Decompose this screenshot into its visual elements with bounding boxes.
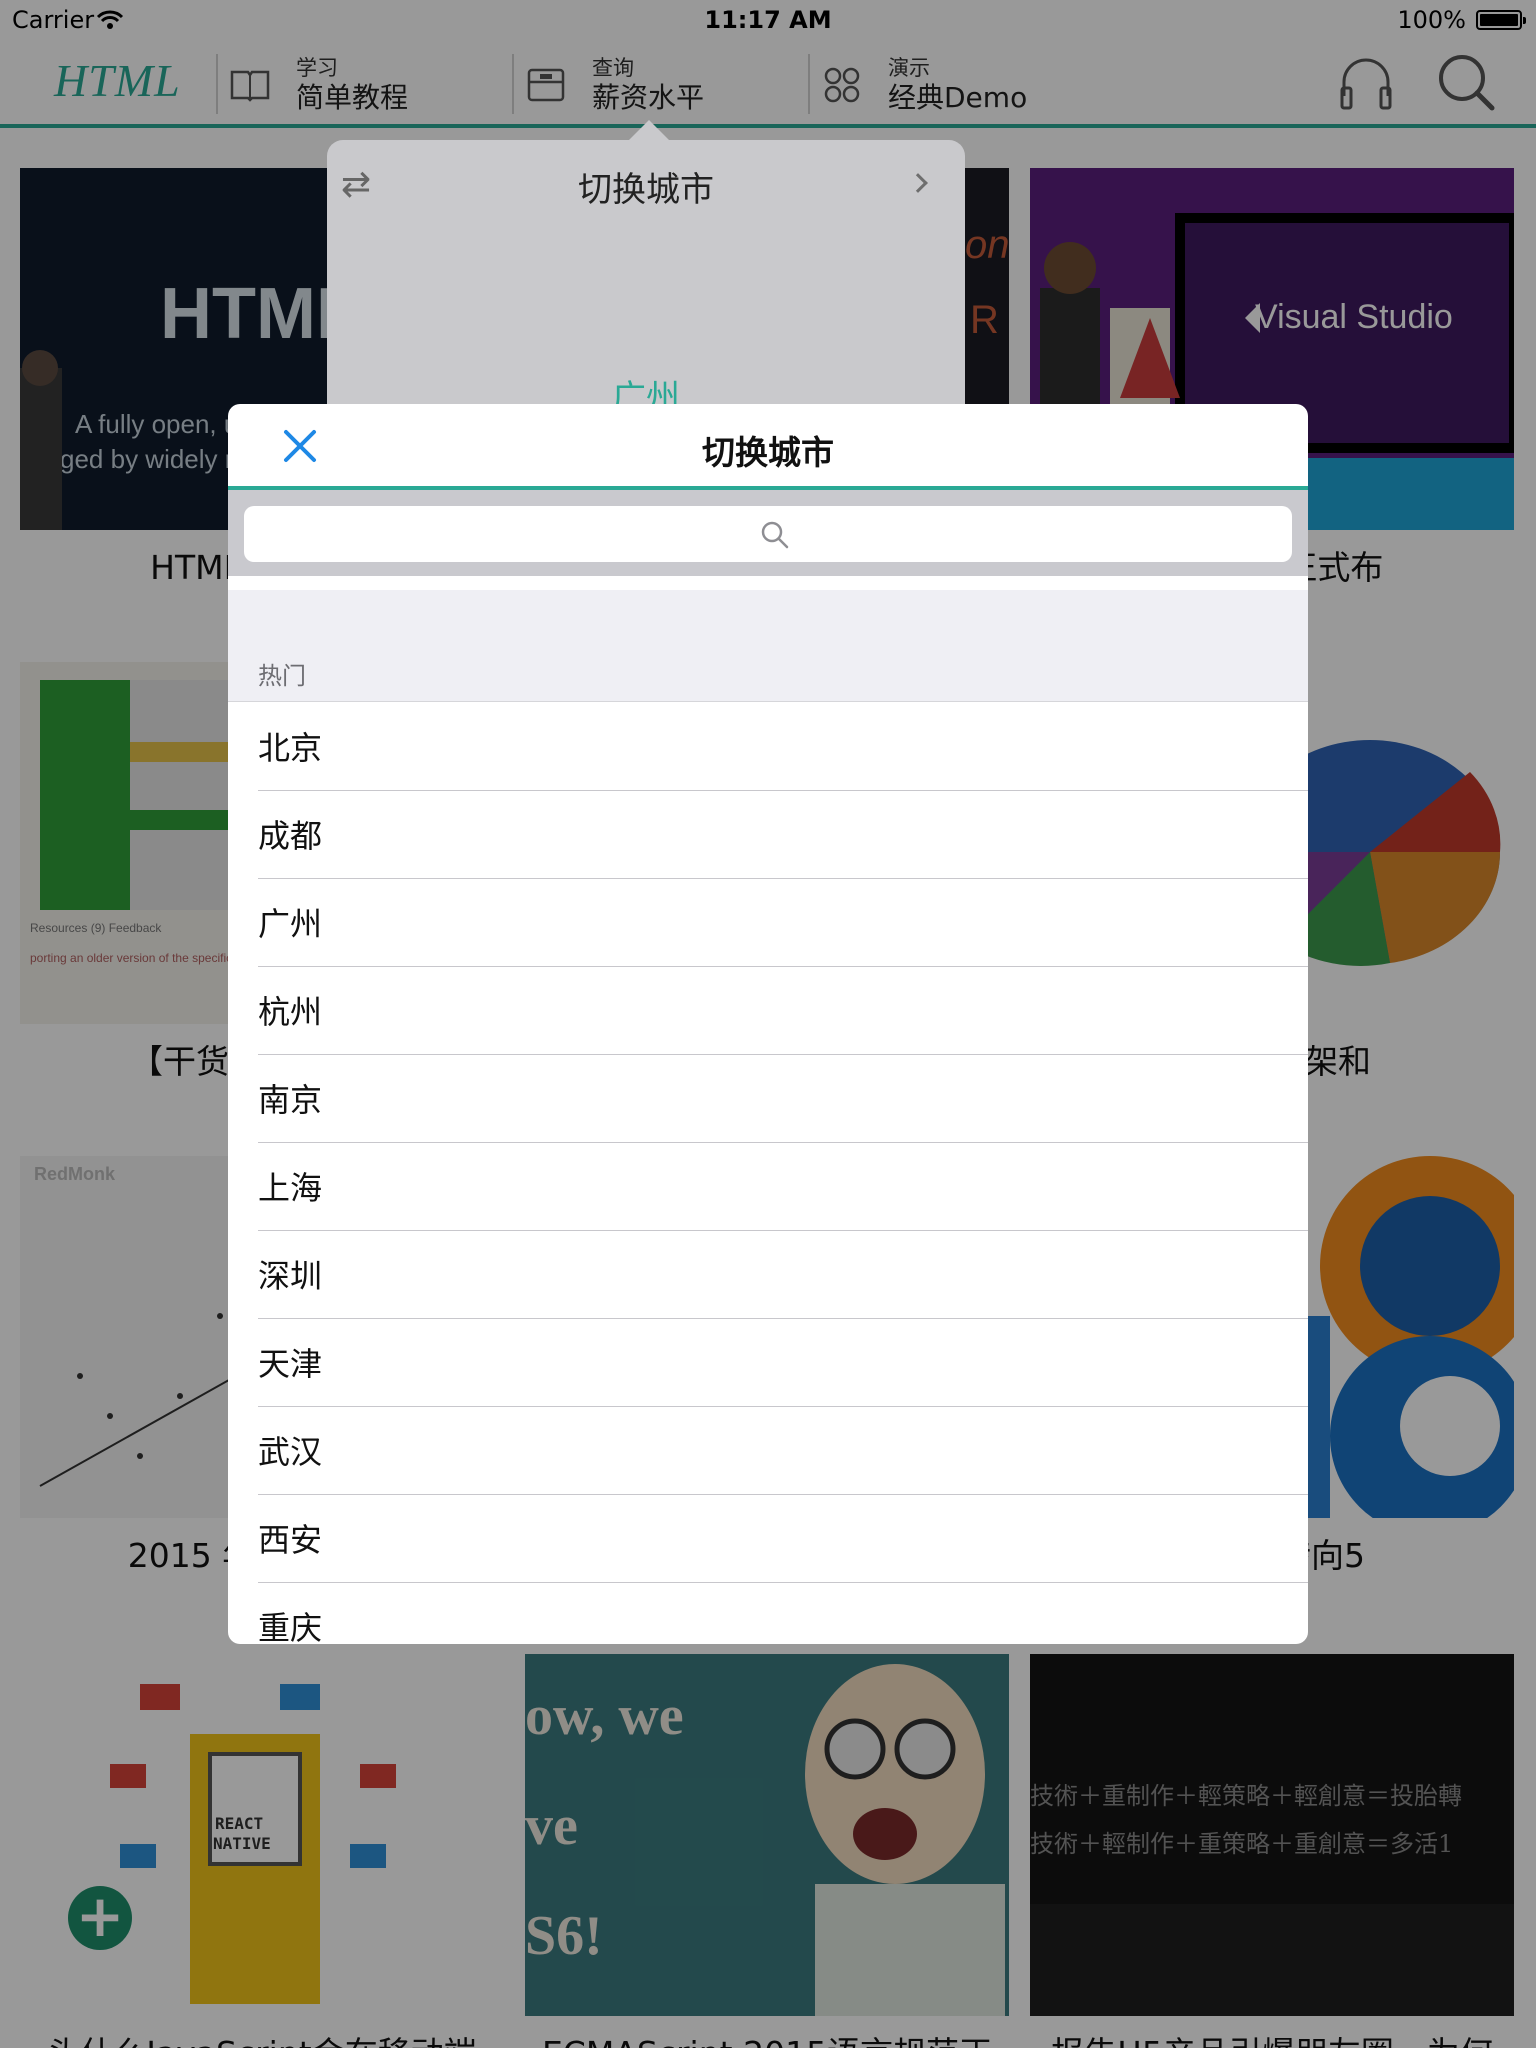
city-name: 天津 — [258, 1345, 323, 1383]
city-row[interactable]: 南京 — [228, 1055, 1308, 1143]
city-name: 南京 — [258, 1081, 323, 1119]
modal-title: 切换城市 — [702, 433, 834, 472]
search-field[interactable] — [244, 506, 1292, 562]
city-row[interactable]: 广州 — [228, 879, 1308, 967]
city-row[interactable]: 成都 — [228, 791, 1308, 879]
city-name: 深圳 — [258, 1257, 323, 1295]
modal-header: 切换城市 — [228, 404, 1308, 490]
section-title: 热门 — [258, 662, 306, 690]
city-row[interactable]: 杭州 — [228, 967, 1308, 1055]
city-name: 上海 — [258, 1169, 323, 1207]
city-name: 武汉 — [258, 1433, 323, 1471]
city-row[interactable]: 北京 — [228, 703, 1308, 791]
city-name: 北京 — [258, 729, 323, 767]
city-name: 重庆 — [258, 1609, 323, 1644]
city-row[interactable]: 武汉 — [228, 1407, 1308, 1495]
city-row[interactable]: 重庆 — [228, 1583, 1308, 1644]
popover-arrow — [627, 120, 671, 142]
search-bar — [228, 490, 1308, 576]
search-input[interactable] — [304, 512, 1224, 556]
city-name: 杭州 — [258, 993, 323, 1031]
city-name: 广州 — [258, 905, 323, 943]
city-row[interactable]: 深圳 — [228, 1231, 1308, 1319]
city-name: 成都 — [258, 817, 323, 855]
popover-title[interactable]: 切换城市 — [327, 162, 965, 211]
city-list: 北京成都广州杭州南京上海深圳天津武汉西安重庆 — [228, 703, 1308, 1644]
city-row[interactable]: 西安 — [228, 1495, 1308, 1583]
city-name: 西安 — [258, 1521, 323, 1559]
section-header-hot: 热门 — [228, 590, 1308, 702]
city-row[interactable]: 上海 — [228, 1143, 1308, 1231]
city-row[interactable]: 天津 — [228, 1319, 1308, 1407]
city-popover: ⇄ 切换城市 广州 — [327, 120, 965, 440]
city-picker-modal: 切换城市 热门 北京成都广州杭州南京上海深圳天津武汉西安重庆 — [228, 404, 1308, 1644]
